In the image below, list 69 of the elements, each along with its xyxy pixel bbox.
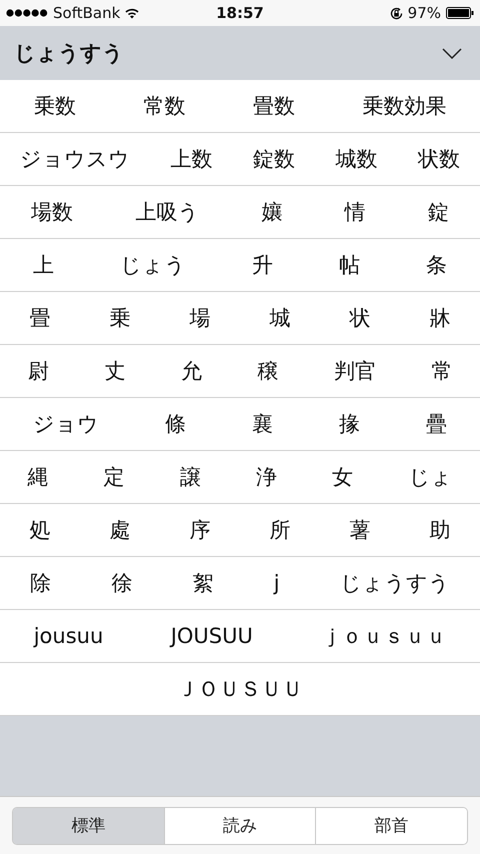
candidate-word[interactable]: 城数 bbox=[331, 145, 382, 173]
candidate-word[interactable]: 絮 bbox=[188, 569, 218, 597]
candidate-word[interactable]: JOUSUU bbox=[166, 624, 257, 648]
candidate-word[interactable]: 常数 bbox=[139, 92, 190, 120]
candidate-word[interactable]: 徐 bbox=[107, 569, 136, 597]
candidate-word[interactable]: 縄 bbox=[24, 463, 53, 491]
chevron-icon bbox=[442, 48, 462, 58]
candidate-word[interactable]: 状数 bbox=[414, 145, 464, 173]
segment-tab[interactable]: 読み bbox=[164, 808, 316, 844]
candidate-word[interactable]: じょ bbox=[404, 463, 456, 491]
candidate-word[interactable]: 譲 bbox=[176, 463, 205, 491]
candidate-word[interactable]: 所 bbox=[266, 516, 294, 544]
candidate-word[interactable]: じょう bbox=[116, 251, 190, 279]
candidate-word[interactable]: 處 bbox=[106, 516, 134, 544]
candidate-word[interactable]: ｊｏｕｓｕｕ bbox=[316, 622, 450, 650]
candidate-word[interactable]: 浄 bbox=[252, 463, 282, 491]
candidate-word[interactable]: 城 bbox=[266, 304, 294, 332]
candidate-word[interactable]: 上吸う bbox=[131, 198, 204, 226]
candidate-word[interactable]: j bbox=[270, 571, 284, 595]
candidate-word[interactable]: 錠 bbox=[424, 198, 453, 226]
candidate-word[interactable]: 条 bbox=[422, 251, 451, 279]
candidate-word[interactable]: 上 bbox=[29, 251, 58, 279]
candidate-word[interactable]: 乗 bbox=[106, 304, 134, 332]
battery-icon bbox=[446, 7, 474, 19]
battery-percent: 97% bbox=[408, 4, 441, 22]
candidate-word[interactable]: jousuu bbox=[30, 624, 108, 648]
candidate-word[interactable]: 常 bbox=[427, 357, 456, 385]
candidate-word[interactable]: 上数 bbox=[166, 145, 217, 173]
candidate-word[interactable]: 乗数 bbox=[30, 92, 80, 120]
candidate-word[interactable]: 條 bbox=[161, 410, 190, 438]
status-time: 18:57 bbox=[216, 4, 264, 22]
wifi-icon bbox=[125, 8, 140, 18]
carrier-name: SoftBank bbox=[53, 4, 120, 22]
candidate-word[interactable]: ジョウ bbox=[29, 410, 103, 438]
candidate-word[interactable]: 助 bbox=[426, 516, 454, 544]
candidate-word[interactable]: 升 bbox=[248, 251, 277, 279]
candidate-word[interactable]: ジョウスウ bbox=[16, 145, 134, 173]
candidate-word[interactable]: 尉 bbox=[24, 357, 53, 385]
rotation-lock-icon bbox=[390, 6, 403, 20]
candidate-word[interactable]: 襄 bbox=[248, 410, 277, 438]
candidate-word[interactable]: 薯 bbox=[346, 516, 374, 544]
candidate-word[interactable]: 孃 bbox=[257, 198, 286, 226]
candidate-word[interactable]: 序 bbox=[186, 516, 214, 544]
candidate-word[interactable]: 錠数 bbox=[248, 145, 299, 173]
candidate-word[interactable]: じょうすう bbox=[336, 569, 454, 597]
candidate-word[interactable]: 牀 bbox=[426, 304, 454, 332]
candidate-word[interactable]: 畳数 bbox=[248, 92, 299, 120]
signal-icon bbox=[6, 9, 48, 17]
candidate-word[interactable]: 穣 bbox=[253, 357, 282, 385]
candidate-word[interactable]: 処 bbox=[26, 516, 54, 544]
candidate-word[interactable]: 允 bbox=[176, 357, 206, 385]
candidate-word[interactable]: 畳 bbox=[26, 304, 54, 332]
segment-tab[interactable]: 標準 bbox=[13, 808, 164, 844]
candidate-word[interactable]: 乗数効果 bbox=[358, 92, 450, 120]
candidate-word[interactable]: 女 bbox=[328, 463, 358, 491]
candidate-word[interactable]: 掾 bbox=[335, 410, 364, 438]
segment-tab[interactable]: 部首 bbox=[315, 808, 467, 844]
candidate-word[interactable]: 疊 bbox=[422, 410, 451, 438]
reading-title: じょうすう bbox=[14, 40, 124, 67]
candidate-word[interactable]: 状 bbox=[346, 304, 374, 332]
candidate-word[interactable]: 帖 bbox=[335, 251, 364, 279]
candidate-word[interactable]: ＪＯＵＳＵＵ bbox=[173, 675, 307, 703]
candidate-word[interactable]: 丈 bbox=[100, 357, 130, 385]
candidate-word[interactable]: 除 bbox=[26, 569, 56, 597]
candidate-word[interactable]: 定 bbox=[100, 463, 129, 491]
candidate-word[interactable]: 場 bbox=[186, 304, 214, 332]
candidate-word[interactable]: 情 bbox=[340, 198, 370, 226]
candidate-word[interactable]: 判官 bbox=[330, 357, 380, 385]
candidate-word[interactable]: 場数 bbox=[27, 198, 78, 226]
